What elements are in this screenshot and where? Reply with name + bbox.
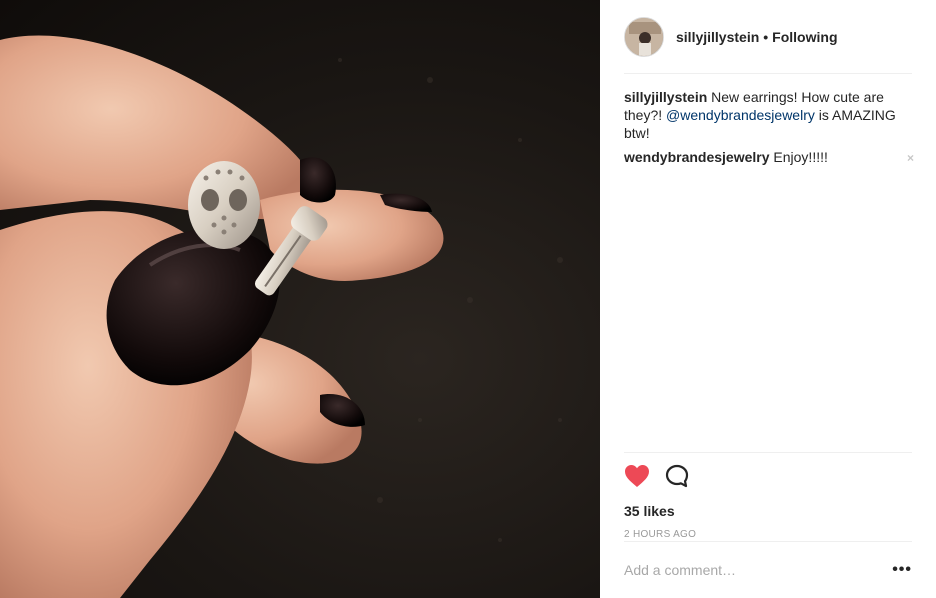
comment-text: Enjoy!!!!! [773, 149, 828, 165]
post-photo[interactable] [0, 0, 600, 598]
comment-username[interactable]: sillyjillystein [624, 89, 707, 105]
comment-button[interactable] [664, 463, 690, 489]
action-icons [624, 463, 912, 489]
avatar-image [625, 17, 663, 56]
post-actions: 35 likes 2 HOURS AGO [624, 452, 912, 540]
heart-filled-icon [625, 465, 649, 487]
add-comment-bar: ••• [624, 541, 912, 598]
comment-mention-link[interactable]: @wendybrandesjewelry [666, 107, 815, 123]
remove-comment-icon[interactable]: × [907, 149, 914, 167]
like-count[interactable]: 35 likes [624, 503, 912, 519]
instagram-post: sillyjillystein • Following sillyjillystei… [0, 0, 936, 598]
earrings-photo-illustration [0, 35, 563, 598]
reply-comment: wendybrandesjewelry Enjoy!!!!! × [624, 148, 914, 167]
following-button[interactable]: Following [772, 29, 837, 45]
comment-username[interactable]: wendybrandesjewelry [624, 149, 770, 165]
comment-bubble-icon [665, 464, 689, 488]
more-options-button[interactable]: ••• [882, 561, 912, 579]
like-button[interactable] [624, 463, 650, 489]
post-timestamp[interactable]: 2 HOURS AGO [624, 529, 912, 540]
add-comment-input[interactable] [624, 562, 883, 578]
post-header: sillyjillystein • Following [624, 0, 912, 74]
header-separator: • [763, 28, 769, 45]
header-text: sillyjillystein • Following [676, 29, 838, 45]
post-side-panel: sillyjillystein • Following sillyjillystei… [600, 0, 936, 598]
author-username[interactable]: sillyjillystein [676, 29, 759, 45]
author-avatar[interactable] [624, 16, 664, 57]
comment-list: sillyjillystein New earrings! How cute a… [624, 74, 914, 167]
caption-comment: sillyjillystein New earrings! How cute a… [624, 88, 912, 142]
